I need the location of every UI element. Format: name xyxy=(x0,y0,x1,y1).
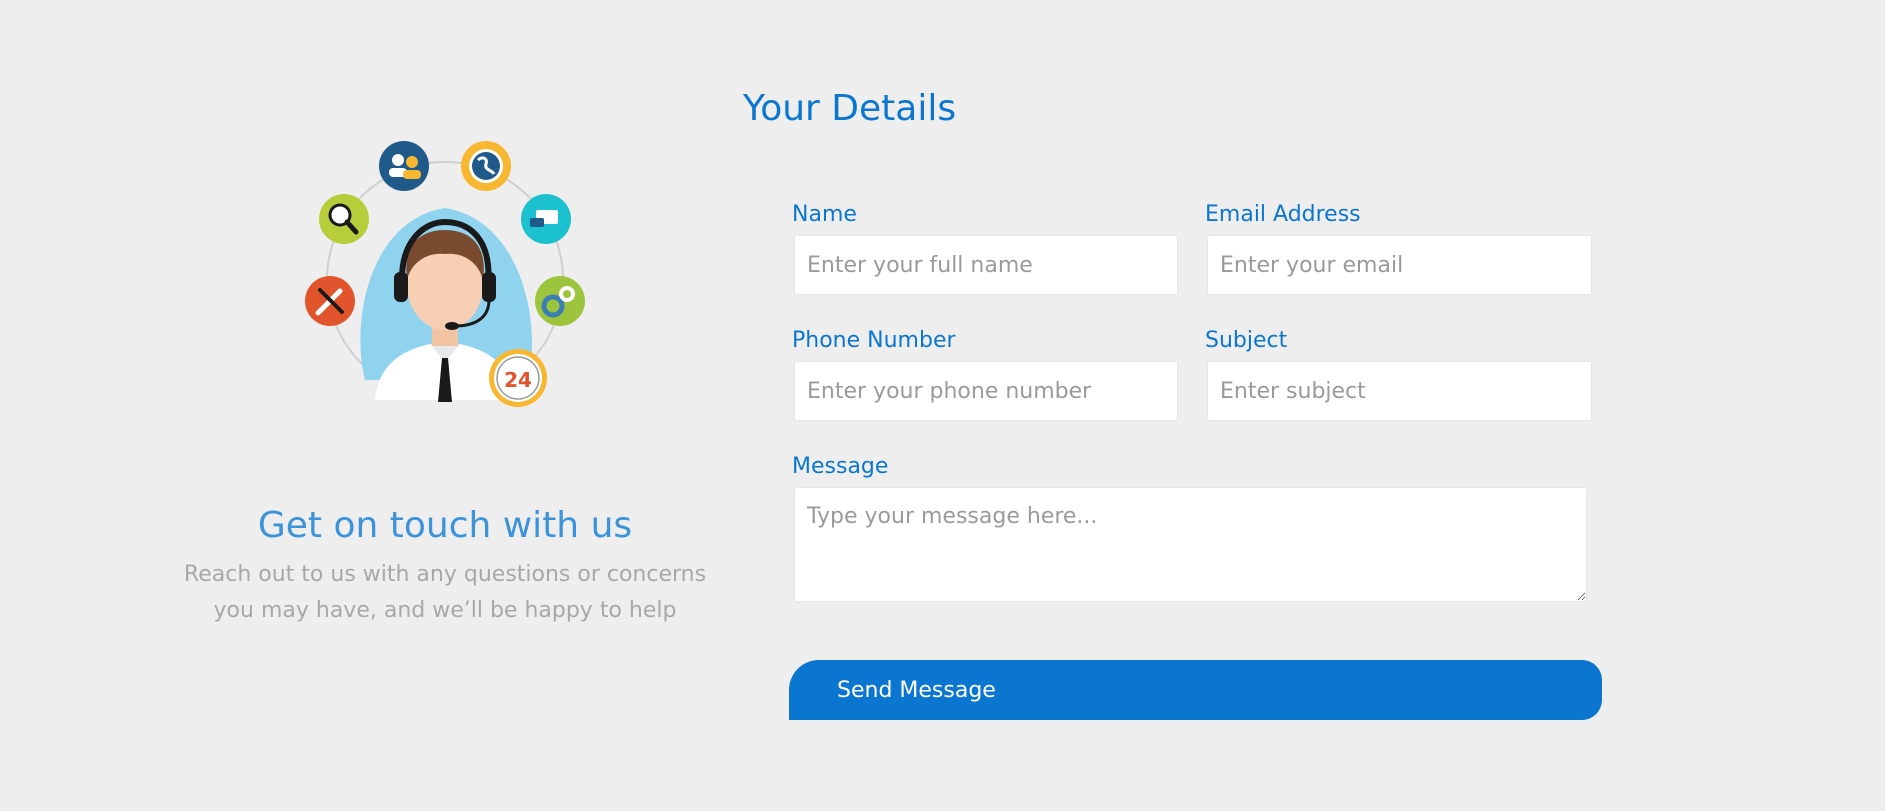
subject-input[interactable] xyxy=(1207,361,1592,421)
email-input[interactable] xyxy=(1207,235,1592,295)
support-agent-illustration: 24 xyxy=(305,141,585,407)
contact-description-line-1: Reach out to us with any questions or co… xyxy=(183,562,707,587)
subject-label: Subject xyxy=(1205,328,1288,353)
contact-heading: Get on touch with us xyxy=(257,505,633,546)
phone-label: Phone Number xyxy=(792,328,956,353)
send-message-button[interactable]: Send Message xyxy=(789,660,1602,720)
clock-24-icon: 24 xyxy=(489,349,547,407)
message-textarea[interactable] xyxy=(794,487,1587,602)
search-icon xyxy=(319,194,369,244)
email-label: Email Address xyxy=(1205,202,1361,227)
contact-page: 24 Get on touch with us Reach out to us … xyxy=(0,0,1885,811)
name-input[interactable] xyxy=(794,235,1178,295)
chat-icon xyxy=(521,194,571,244)
users-icon xyxy=(379,141,429,191)
contact-description-line-2: you may have, and we’ll be happy to help xyxy=(213,598,677,623)
name-label: Name xyxy=(792,202,857,227)
phone-input[interactable] xyxy=(794,361,1178,421)
contact-description: Reach out to us with any questions or co… xyxy=(160,557,730,629)
globe-icon xyxy=(461,141,511,191)
message-label: Message xyxy=(792,454,889,479)
clock-badge-text: 24 xyxy=(504,368,532,392)
tools-icon xyxy=(305,276,355,326)
form-title: Your Details xyxy=(743,88,957,129)
gears-icon xyxy=(535,276,585,326)
